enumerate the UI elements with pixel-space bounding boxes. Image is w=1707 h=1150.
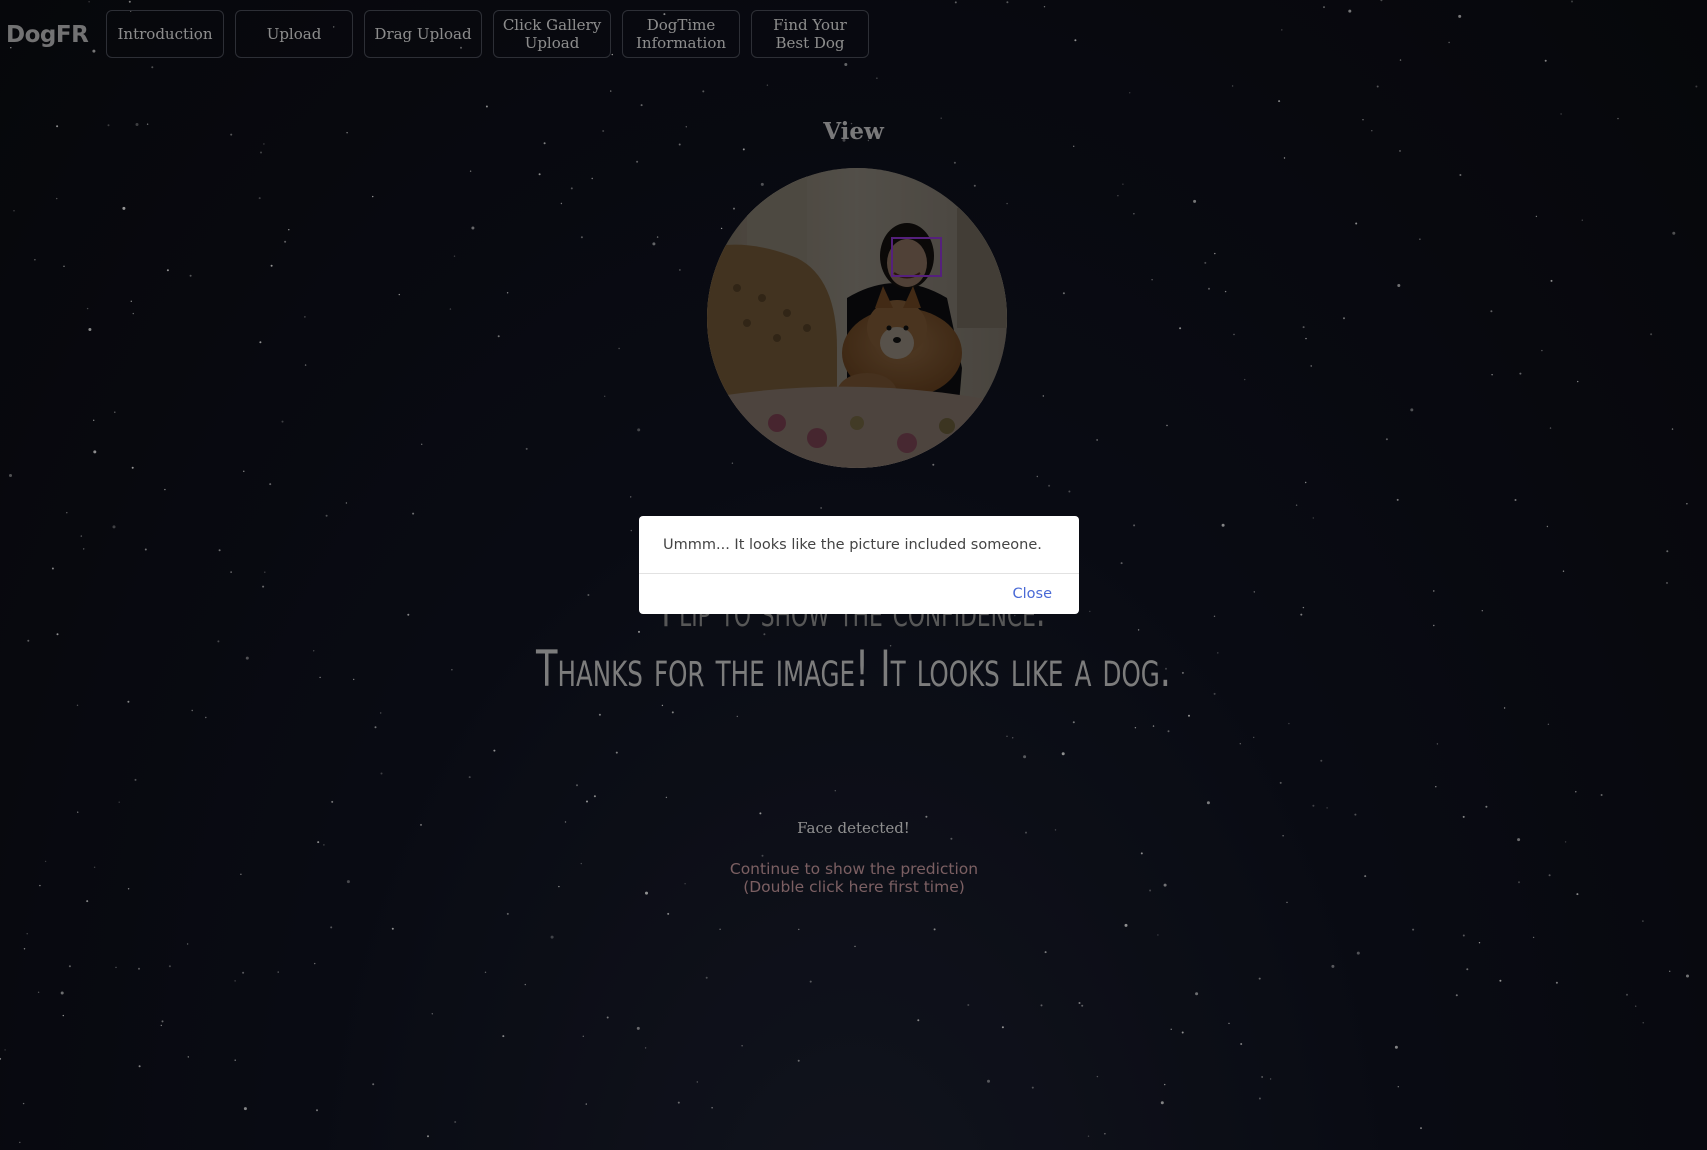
alert-message: Ummm... It looks like the picture includ… xyxy=(663,536,1042,553)
alert-message-container: Ummm... It looks like the picture includ… xyxy=(639,516,1079,574)
close-button[interactable]: Close xyxy=(1013,586,1053,602)
page-background: DogFR Introduction Upload Drag Upload Cl… xyxy=(0,0,1707,1150)
alert-dialog: Ummm... It looks like the picture includ… xyxy=(639,516,1079,614)
alert-footer: Close xyxy=(639,574,1079,614)
